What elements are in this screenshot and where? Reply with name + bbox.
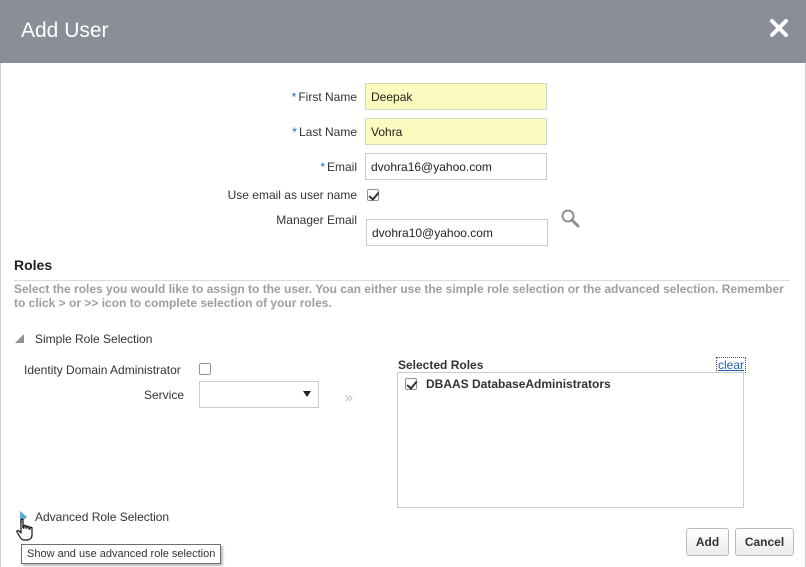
close-icon[interactable]: [766, 15, 792, 41]
roles-heading: Roles: [14, 257, 53, 273]
service-select[interactable]: [199, 381, 319, 408]
selected-role-item: DBAAS DatabaseAdministrators: [426, 377, 611, 391]
required-marker: *: [320, 160, 325, 174]
last-name-input[interactable]: Vohra: [365, 118, 547, 145]
simple-role-selection-toggle[interactable]: Simple Role Selection: [35, 332, 152, 346]
dialog-titlebar: Add User: [0, 0, 806, 63]
add-button[interactable]: Add: [686, 528, 729, 556]
search-icon[interactable]: [560, 208, 580, 228]
cancel-button[interactable]: Cancel: [735, 528, 794, 556]
move-all-icon[interactable]: »: [344, 388, 354, 407]
first-name-label-text: First Name: [298, 90, 357, 104]
advanced-role-selection-toggle[interactable]: Advanced Role Selection: [35, 510, 169, 524]
expanded-triangle-icon[interactable]: [15, 334, 24, 343]
clear-link[interactable]: clear: [716, 357, 747, 373]
advanced-role-tooltip: Show and use advanced role selection: [21, 544, 222, 564]
dialog-title: Add User: [21, 19, 109, 42]
last-name-label: * Last Name: [270, 125, 357, 139]
selected-roles-label: Selected Roles: [398, 358, 484, 372]
first-name-label: * First Name: [270, 90, 357, 104]
use-email-label: Use email as user name: [227, 188, 357, 202]
hand-cursor-icon: [16, 518, 33, 541]
required-marker: *: [292, 125, 297, 139]
selected-role-checkbox[interactable]: [405, 378, 417, 390]
email-label: * Email: [270, 160, 357, 174]
last-name-label-text: Last Name: [298, 125, 357, 139]
chevron-down-icon: [303, 391, 311, 397]
identity-admin-label: Identity Domain Administrator: [24, 363, 181, 377]
email-label-text: Email: [326, 160, 357, 174]
manager-email-input[interactable]: dvohra10@yahoo.com: [366, 219, 548, 246]
first-name-input[interactable]: Deepak: [365, 83, 547, 110]
required-marker: *: [291, 90, 297, 104]
email-input[interactable]: dvohra16@yahoo.com: [365, 153, 547, 180]
roles-hint: Select the roles you would like to assig…: [14, 282, 784, 310]
service-label: Service: [143, 388, 184, 402]
selected-roles-list: [397, 372, 744, 508]
identity-admin-checkbox[interactable]: [199, 363, 211, 375]
manager-email-label: Manager Email: [276, 213, 357, 227]
roles-divider: [14, 280, 790, 281]
use-email-checkbox[interactable]: [367, 189, 379, 201]
